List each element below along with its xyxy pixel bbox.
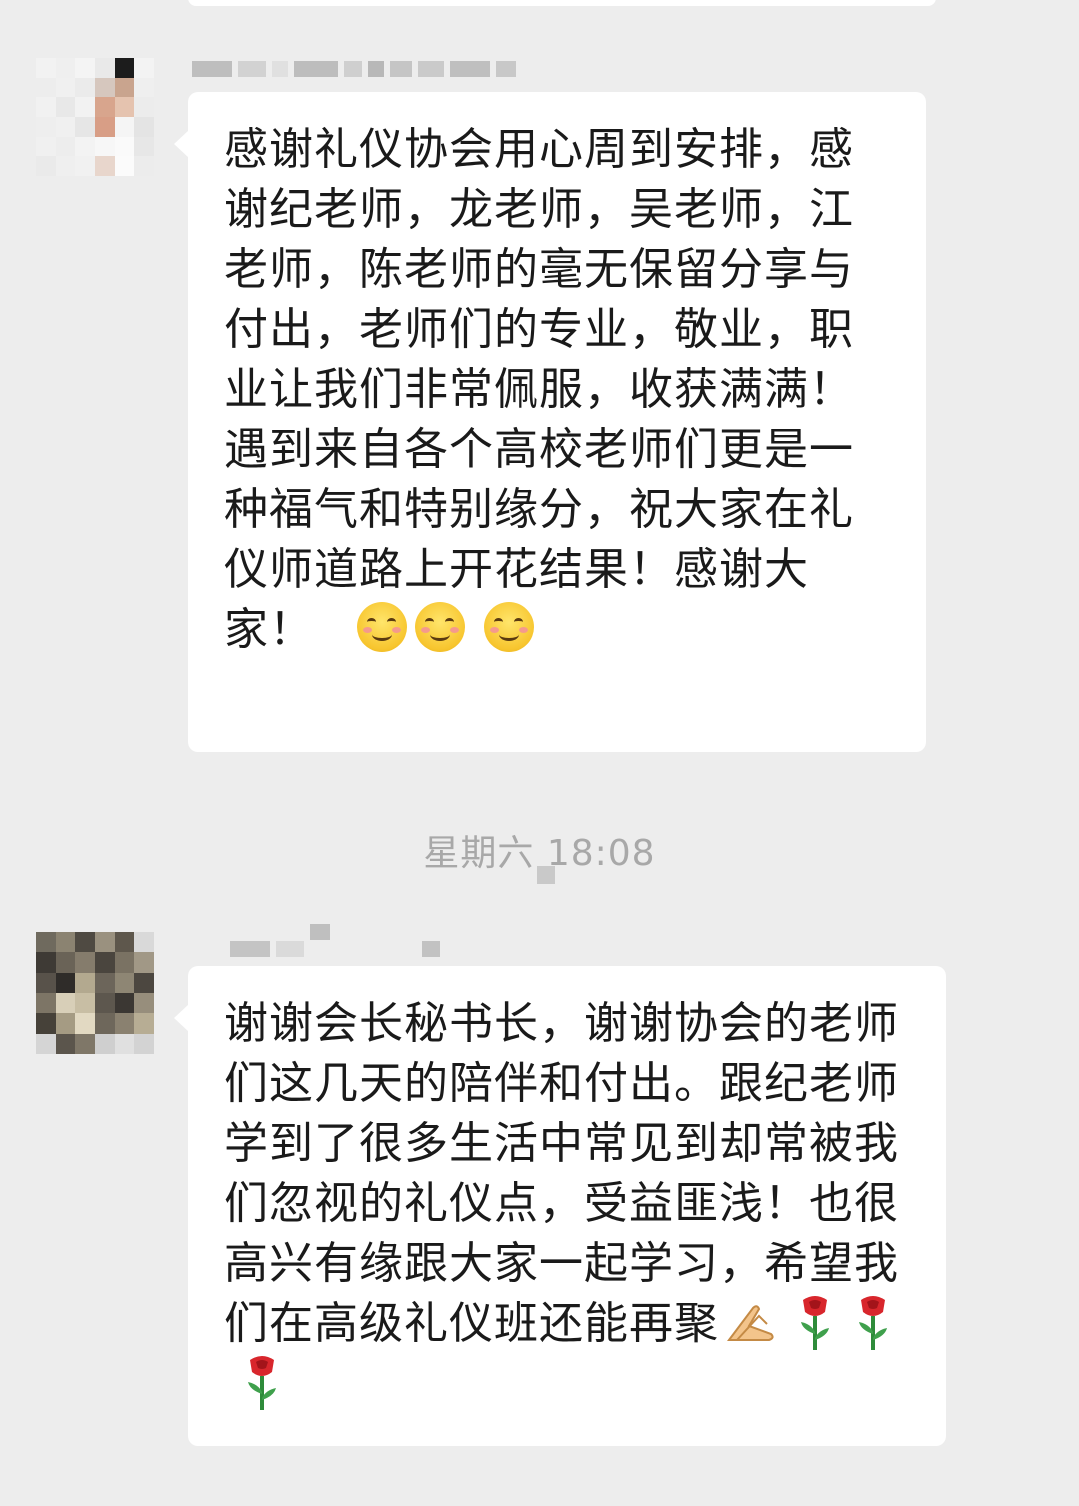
- sender-name: [230, 924, 440, 960]
- previous-message-bubble[interactable]: [188, 0, 936, 6]
- smiling-face-icon: [357, 602, 407, 652]
- praying-hands-icon: [727, 1305, 774, 1341]
- avatar[interactable]: [36, 932, 154, 1054]
- avatar[interactable]: [36, 58, 154, 176]
- sender-name: [192, 58, 516, 80]
- smiling-face-icon: [415, 602, 465, 652]
- smiling-face-icon: [484, 602, 534, 652]
- rose-icon: [801, 1296, 829, 1350]
- message-bubble[interactable]: 感谢礼仪协会用心周到安排，感谢纪老师，龙老师，吴老师，江老师，陈老师的毫无保留分…: [174, 92, 926, 752]
- message-text: 感谢礼仪协会用心周到安排，感谢纪老师，龙老师，吴老师，江老师，陈老师的毫无保留分…: [224, 124, 854, 655]
- rose-icon: [859, 1296, 887, 1350]
- blur-mark: [537, 866, 555, 884]
- rose-icon: [248, 1356, 276, 1410]
- message-bubble[interactable]: 谢谢会长秘书长，谢谢协会的老师们这几天的陪伴和付出。跟纪老师学到了很多生活中常见…: [174, 966, 946, 1446]
